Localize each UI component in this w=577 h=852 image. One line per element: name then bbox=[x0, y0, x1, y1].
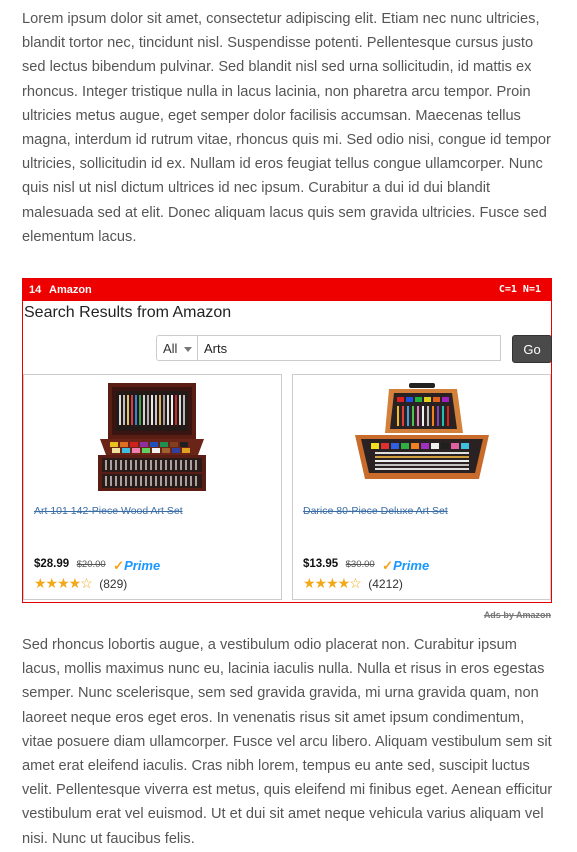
product-title-link[interactable]: Art 101 142-Piece Wood Art Set bbox=[34, 505, 274, 517]
review-count[interactable]: (829) bbox=[99, 577, 127, 591]
prime-label: Prime bbox=[124, 558, 161, 573]
debug-network-name: Amazon bbox=[49, 284, 92, 296]
prime-badge-icon: ✓Prime bbox=[382, 558, 430, 573]
go-button[interactable]: Go bbox=[512, 335, 552, 363]
widget-title: Search Results from Amazon bbox=[24, 304, 232, 321]
product-title-link[interactable]: Darice 80-Piece Deluxe Art Set bbox=[303, 505, 543, 517]
star-rating-icon: ★★★★☆ bbox=[34, 575, 93, 591]
product-list-price: $20.00 bbox=[76, 559, 106, 570]
rating-row[interactable]: ★★★★☆ (4212) bbox=[303, 575, 403, 593]
widget-debug-bar: 14 Amazon C=1 N=1 bbox=[23, 279, 551, 301]
review-count[interactable]: (4212) bbox=[368, 577, 403, 591]
article-paragraph: Lorem ipsum dolor sit amet, consectetur … bbox=[22, 11, 551, 245]
product-card[interactable]: Art 101 142-Piece Wood Art Set $28.99 $2… bbox=[23, 374, 282, 600]
prime-badge-icon: ✓Prime bbox=[113, 558, 161, 573]
debug-counts: C=1 N=1 bbox=[498, 284, 541, 295]
product-image[interactable] bbox=[94, 381, 210, 502]
star-rating-icon: ★★★★☆ bbox=[303, 575, 362, 591]
amazon-ad-widget: 14 Amazon C=1 N=1 Search Results from Am… bbox=[22, 278, 552, 603]
product-card[interactable]: Darice 80-Piece Deluxe Art Set $13.95 $3… bbox=[292, 374, 551, 600]
price-row: $28.99 $20.00 ✓Prime bbox=[34, 554, 160, 573]
prime-label: Prime bbox=[393, 558, 430, 573]
product-price: $13.95 bbox=[303, 558, 339, 570]
price-row: $13.95 $30.00 ✓Prime bbox=[303, 554, 429, 573]
product-list-price: $30.00 bbox=[345, 559, 375, 570]
debug-widget-id: 14 bbox=[29, 284, 42, 296]
ads-by-amazon-link[interactable]: Ads by Amazon bbox=[484, 610, 551, 620]
product-price: $28.99 bbox=[34, 558, 70, 570]
department-label: All bbox=[163, 341, 178, 356]
search-input[interactable] bbox=[198, 335, 501, 361]
caret-down-icon bbox=[184, 347, 192, 352]
rating-row[interactable]: ★★★★☆ (829) bbox=[34, 575, 127, 593]
article-paragraph: Sed rhoncus lobortis augue, a vestibulum… bbox=[22, 637, 553, 847]
department-select[interactable]: All bbox=[156, 335, 198, 361]
product-image[interactable] bbox=[349, 381, 495, 490]
